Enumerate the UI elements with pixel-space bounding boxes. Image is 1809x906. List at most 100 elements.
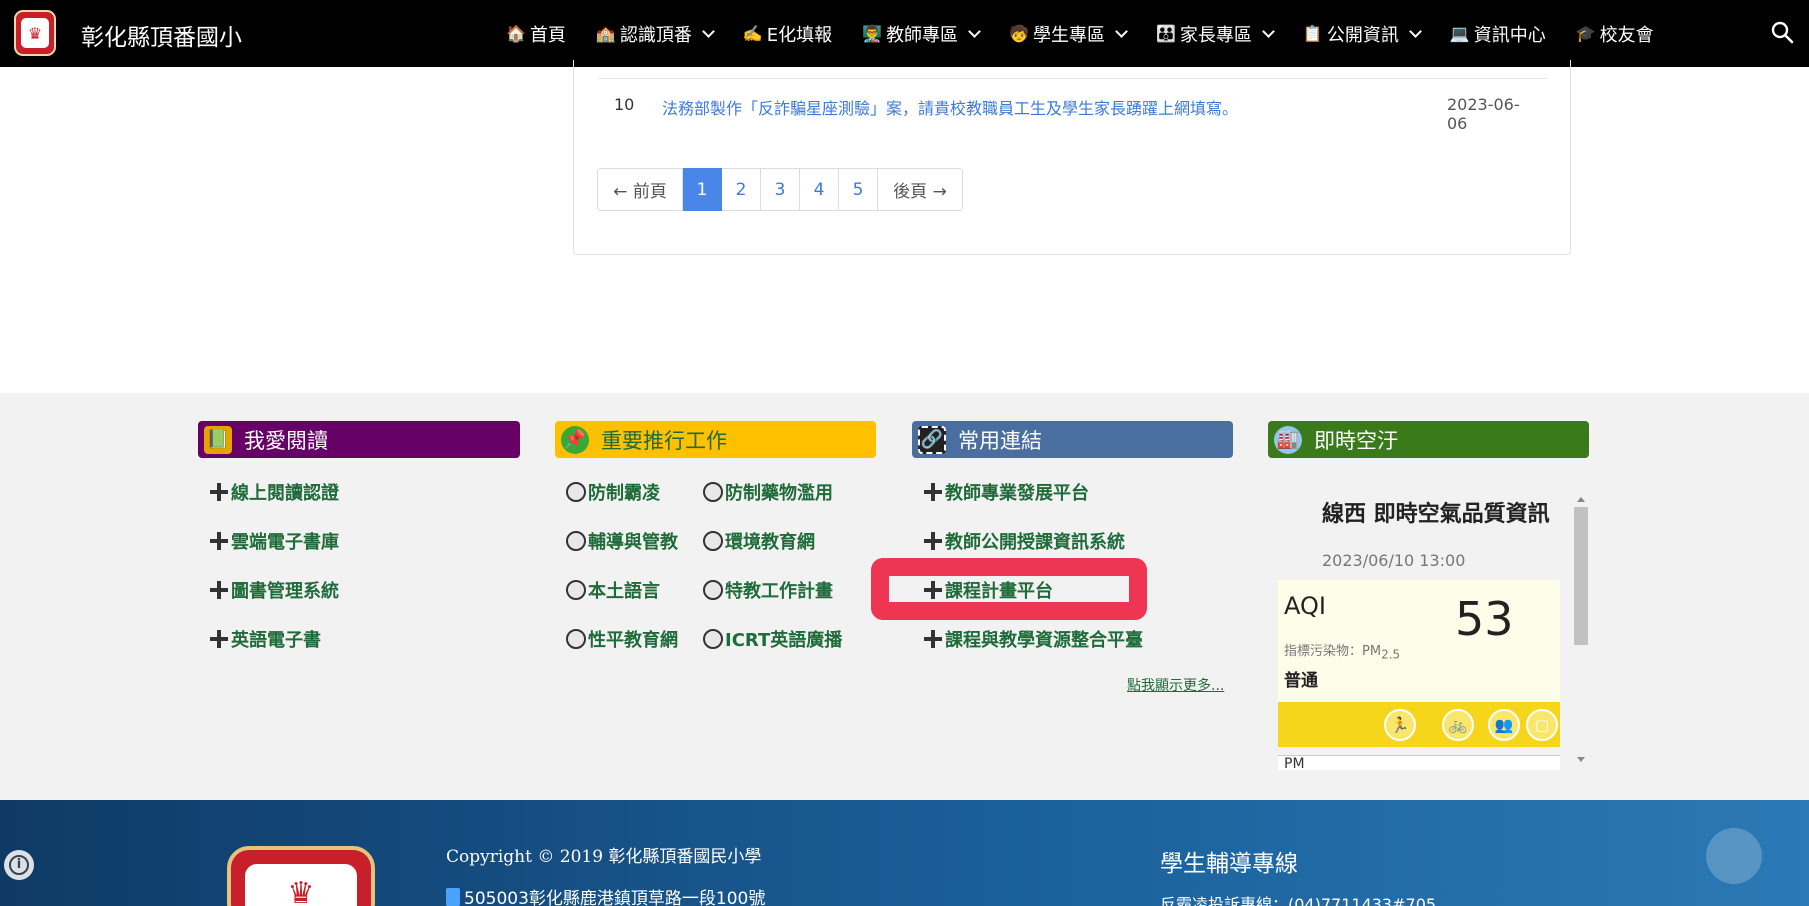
task-link-2[interactable]: 輔導與管教 (566, 528, 678, 554)
task-link-7[interactable]: 特教工作計畫 (703, 577, 833, 603)
nav-it-center[interactable]: 💻 資訊中心 (1450, 21, 1546, 47)
next-page-button[interactable]: 後頁 → (878, 168, 963, 211)
show-more-link[interactable]: 點我顯示更多... (1127, 675, 1224, 695)
tasks-widget-header: 📌 重要推行工作 (555, 421, 876, 458)
reading-widget-header: 📗 我愛閱讀 (198, 421, 520, 458)
nav-teachers[interactable]: 👨‍🏫 教師專區 (862, 21, 981, 47)
reading-link-4[interactable]: 英語電子書 (210, 626, 321, 652)
aqi-status: 普通 (1284, 671, 1318, 691)
window-icon: ▢ (1526, 709, 1558, 741)
scroll-thumb[interactable] (1574, 507, 1588, 645)
address-icon (446, 887, 460, 906)
radio-bullet-icon (566, 580, 586, 600)
graduation-cap-icon: 🎓 (1575, 24, 1596, 43)
aqi-scrollbar[interactable] (1572, 495, 1590, 770)
prev-page-button[interactable]: ← 前頁 (597, 168, 683, 211)
pushpin-icon: 📌 (561, 425, 589, 454)
aqi-time: 2023/06/10 13:00 (1322, 551, 1466, 570)
task-link-5[interactable]: 防制藥物濫用 (703, 479, 833, 505)
air-widget-header: 🏭 即時空汙 (1268, 421, 1589, 458)
task-link-8[interactable]: ICRT英語廣播 (703, 626, 842, 652)
page-3-button[interactable]: 3 (761, 168, 800, 211)
teacher-icon: 👨‍🏫 (862, 24, 883, 43)
site-footer: i ♛ Copyright © 2019 彰化縣頂番國民小學 505003彰化縣… (0, 800, 1809, 906)
task-link-4[interactable]: 性平教育網 (566, 626, 678, 652)
aqi-station-title: 線西 即時空氣品質資訊 (1322, 502, 1550, 527)
footer-hotline-title: 學生輔導專線 (1160, 851, 1298, 877)
crest-icon: ♛ (245, 864, 357, 906)
aqi-pollutant: 指標污染物：PM2.5 (1284, 644, 1401, 662)
chevron-down-icon (968, 24, 981, 38)
common-link-1[interactable]: 教師專業發展平台 (924, 479, 1089, 505)
page-5-button[interactable]: 5 (839, 168, 878, 211)
footer-copyright: Copyright © 2019 彰化縣頂番國民小學 (446, 847, 762, 867)
reading-link-2[interactable]: 雲端電子書庫 (210, 528, 339, 554)
chat-bubble-icon[interactable] (1706, 828, 1762, 884)
child-icon: 🧒 (1009, 24, 1029, 43)
nav-parents[interactable]: 👪 家長專區 (1155, 21, 1275, 47)
chevron-down-icon (701, 24, 715, 38)
chevron-down-icon (1408, 24, 1422, 38)
chevron-down-icon (1115, 24, 1128, 38)
task-link-6[interactable]: 環境教育網 (703, 528, 815, 554)
news-list-card: 10 法務部製作「反詐騙星座測驗」案，請貴校教職員工生及學生家長踴躍上網填寫。 … (573, 60, 1571, 255)
radio-bullet-icon (703, 482, 723, 502)
search-icon[interactable] (1770, 20, 1794, 44)
common-link-4[interactable]: 課程與教學資源整合平臺 (924, 626, 1143, 652)
scroll-down-icon[interactable] (1577, 757, 1585, 762)
aqi-activity-bar: 🏃 🚲 👥 ▢ (1278, 702, 1560, 747)
scroll-up-icon[interactable] (1577, 497, 1585, 502)
writing-hand-icon: ✍️ (742, 24, 763, 43)
task-link-3[interactable]: 本土語言 (566, 577, 660, 603)
nav-students[interactable]: 🧒 學生專區 (1009, 21, 1128, 47)
reading-link-1[interactable]: 線上閱讀認證 (210, 479, 339, 505)
common-link-2[interactable]: 教師公開授課資訊系統 (924, 528, 1125, 554)
divider (598, 78, 1548, 79)
news-row-date: 2023-06-06 (1447, 95, 1520, 133)
laptop-icon: 💻 (1449, 24, 1470, 43)
news-row-number: 10 (614, 95, 635, 114)
school-logo[interactable]: ♛ (14, 10, 56, 56)
page-1-button[interactable]: 1 (683, 168, 722, 211)
radio-bullet-icon (566, 629, 586, 649)
radio-bullet-icon (566, 482, 586, 502)
home-icon: 🏠 (506, 24, 526, 43)
plus-icon (924, 532, 942, 550)
page-4-button[interactable]: 4 (800, 168, 839, 211)
task-link-1[interactable]: 防制霸凌 (566, 479, 660, 505)
air-quality-icon: 🏭 (1274, 425, 1302, 454)
plus-icon (210, 483, 228, 501)
plus-icon (210, 581, 228, 599)
site-title[interactable]: 彰化縣頂番國小 (81, 18, 242, 52)
aqi-frame[interactable]: 線西 即時空氣品質資訊 2023/06/10 13:00 AQI 53 指標污染… (1278, 495, 1590, 770)
top-navbar: ♛ 彰化縣頂番國小 🏠 首頁 🏫 認識頂番 ✍️ E化填報 👨‍🏫 教師專區 🧒 學生專區… (0, 0, 1809, 67)
footer-logo: ♛ (227, 846, 375, 906)
nav-alumni[interactable]: 🎓 校友會 (1576, 21, 1654, 47)
nav-home[interactable]: 🏠 首頁 (506, 21, 566, 47)
footer-hotline-line: 反霸凌投訴專線：(04)7711433#705 (1160, 895, 1437, 906)
plus-icon (924, 630, 942, 648)
nav-public-info[interactable]: 📋 公開資訊 (1302, 21, 1422, 47)
crest-icon: ♛ (21, 18, 49, 48)
family-icon: 👪 (1155, 24, 1176, 43)
radio-bullet-icon (703, 580, 723, 600)
highlight-box (871, 558, 1147, 620)
plus-icon (924, 483, 942, 501)
info-button[interactable]: i (4, 850, 34, 880)
footer-address: 505003彰化縣鹿港鎮頂草路一段100號 (446, 884, 765, 906)
nav-about[interactable]: 🏫 認識頂番 (596, 21, 715, 47)
radio-bullet-icon (566, 531, 586, 551)
page-2-button[interactable]: 2 (722, 168, 761, 211)
main-nav: 🏠 首頁 🏫 認識頂番 ✍️ E化填報 👨‍🏫 教師專區 🧒 學生專區 👪 家長專區 📋 公開… (506, 0, 1684, 67)
radio-bullet-icon (703, 531, 723, 551)
link-chain-icon: 🔗 (918, 425, 946, 454)
clipboard-icon: 📋 (1302, 24, 1323, 43)
links-widget-header: 🔗 常用連結 (912, 421, 1233, 458)
chevron-down-icon (1262, 24, 1275, 38)
book-icon: 📗 (204, 425, 232, 454)
news-row-link[interactable]: 法務部製作「反詐騙星座測驗」案，請貴校教職員工生及學生家長踴躍上網填寫。 (662, 95, 1238, 119)
nav-eform[interactable]: ✍️ E化填報 (743, 21, 832, 47)
radio-bullet-icon (703, 629, 723, 649)
reading-link-3[interactable]: 圖書管理系統 (210, 577, 339, 603)
aqi-label: AQI (1284, 592, 1326, 620)
